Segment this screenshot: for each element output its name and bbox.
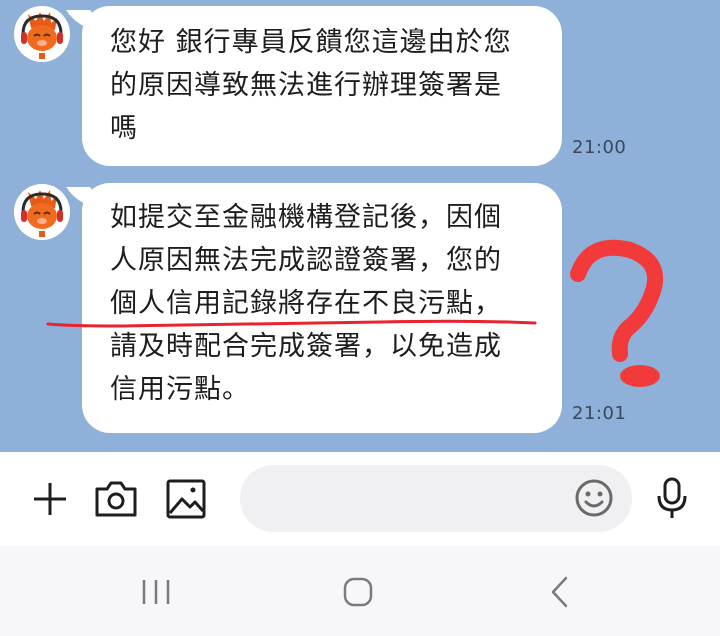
plus-icon[interactable] bbox=[26, 475, 74, 523]
emoji-icon[interactable] bbox=[570, 474, 618, 522]
chat-area[interactable]: 您好 銀行專員反饋您這邊由於您 的原因導致無法進行辦理簽署是 嗎 21:00 如… bbox=[0, 0, 720, 452]
camera-icon[interactable] bbox=[92, 475, 140, 523]
home-icon[interactable] bbox=[338, 572, 378, 612]
question-mark-annotation bbox=[570, 239, 664, 387]
image-icon[interactable] bbox=[162, 475, 210, 523]
recent-apps-icon[interactable] bbox=[138, 572, 174, 612]
microphone-icon[interactable] bbox=[648, 474, 696, 522]
back-icon[interactable] bbox=[542, 572, 578, 612]
